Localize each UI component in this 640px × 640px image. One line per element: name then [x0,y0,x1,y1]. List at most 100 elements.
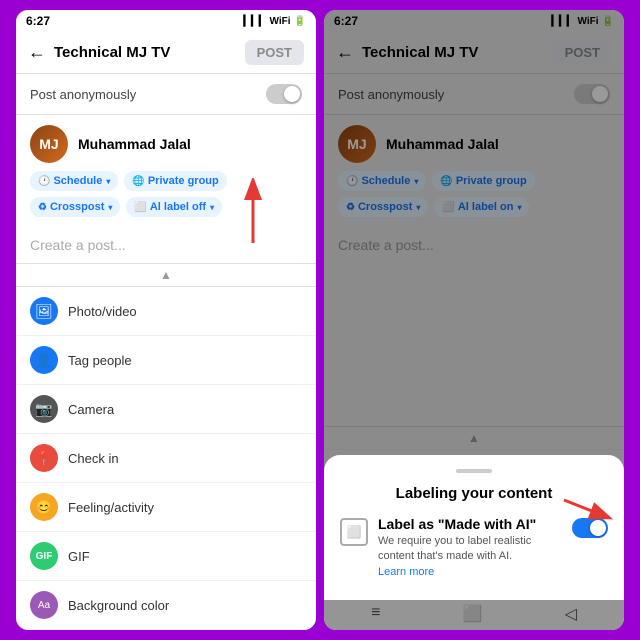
schedule-icon: 🕐 [38,176,50,187]
feeling-item[interactable]: 😊 Feeling/activity [16,483,316,532]
media-options-left: 🖼 Photo/video 👤 Tag people 📷 Camera 📍 Ch… [16,286,316,630]
schedule-label: Schedule [53,175,102,187]
user-name-right: Muhammad Jalal [386,136,499,152]
crosspost-icon: ♻ [38,202,47,213]
anon-toggle-right[interactable] [574,84,610,104]
private-label: Private group [148,175,219,187]
bg-icon: Aa [30,591,58,619]
post-button-right[interactable]: POST [553,40,612,65]
ai-toggle[interactable] [572,518,608,538]
label-content: Label as "Made with AI" We require you t… [378,516,562,580]
photo-video-item[interactable]: 🖼 Photo/video [16,287,316,336]
label-row: ⬜ Label as "Made with AI" We require you… [340,516,608,580]
chevron-icon2: ▾ [108,203,112,212]
checkin-item[interactable]: 📍 Check in [16,434,316,483]
user-section-left: MJ Muhammad Jalal 🕐 Schedule ▾ 🌐 Private… [16,115,316,227]
globe-icon: 🌐 [132,176,144,187]
chevron-icon: ▾ [106,177,110,186]
tag-label: Tag people [68,353,132,368]
schedule-icon-r: 🕐 [346,176,358,187]
time-left: 6:27 [26,14,50,28]
schedule-btn-left[interactable]: 🕐 Schedule ▾ [30,171,118,191]
ai-label-btn-left[interactable]: ⬜ Al label off ▾ [126,197,222,217]
user-name-left: Muhammad Jalal [78,136,191,152]
action-buttons-left: 🕐 Schedule ▾ 🌐 Private group ♻ Crosspost… [30,171,302,217]
anon-label-left: Post anonymously [30,87,136,102]
back-button-left[interactable]: ← [28,42,46,63]
tag-icon: 👤 [30,346,58,374]
back-nav-icon-r[interactable]: ◁ [565,604,577,624]
divider-right: ▲ [324,426,624,449]
header-left: ← Technical MJ TV POST [16,32,316,74]
schedule-label-r: Schedule [361,175,410,187]
ai-label-right: Al label on [458,201,514,213]
ai-icon-left: ⬜ [134,202,146,213]
photo-icon: 🖼 [30,297,58,325]
crosspost-btn-left[interactable]: ♻ Crosspost ▾ [30,197,120,217]
feeling-label: Feeling/activity [68,500,154,515]
home-icon-r[interactable]: ⬜ [463,604,483,624]
anon-row-right: Post anonymously [324,74,624,115]
right-screen: 6:27 ▎▎▎ WiFi 🔋 ← Technical MJ TV POST P… [324,10,624,630]
user-section-right: MJ Muhammad Jalal 🕐 Schedule ▾ 🌐 Private… [324,115,624,227]
camera-label: Camera [68,402,114,417]
learn-more-link[interactable]: Learn more [378,566,434,578]
gif-label: GIF [68,549,90,564]
crosspost-label-r: Crosspost [358,201,412,213]
checkin-label: Check in [68,451,119,466]
modal-title: Labeling your content [340,485,608,502]
private-group-btn-right[interactable]: 🌐 Private group [432,171,534,191]
photo-label: Photo/video [68,304,137,319]
label-title: Label as "Made with AI" [378,516,562,532]
bottom-nav-right: ≡ ⬜ ◁ [324,597,624,630]
action-buttons-right: 🕐 Schedule ▾ 🌐 Private group ♻ Crosspost… [338,171,610,217]
private-label-r: Private group [456,175,527,187]
ai-label-left: Al label off [150,201,206,213]
ai-label-btn-right[interactable]: ⬜ Al label on ▾ [434,197,529,217]
schedule-btn-right[interactable]: 🕐 Schedule ▾ [338,171,426,191]
status-icons-left: ▎▎▎ WiFi 🔋 [243,16,306,27]
avatar-left: MJ [30,125,68,163]
status-icons-right: ▎▎▎ WiFi 🔋 [551,16,614,27]
camera-item[interactable]: 📷 Camera [16,385,316,434]
crosspost-btn-right[interactable]: ♻ Crosspost ▾ [338,197,428,217]
page-title-left: Technical MJ TV [54,44,237,61]
back-button-right[interactable]: ← [336,42,354,63]
feeling-icon: 😊 [30,493,58,521]
chevron-icon-r: ▾ [414,177,418,186]
left-screen: 6:27 ▎▎▎ WiFi 🔋 ← Technical MJ TV POST P… [16,10,316,630]
tag-people-item[interactable]: 👤 Tag people [16,336,316,385]
chevron-icon3: ▾ [210,203,214,212]
checkin-icon: 📍 [30,444,58,472]
anon-row-left: Post anonymously [16,74,316,115]
time-right: 6:27 [334,14,358,28]
page-title-right: Technical MJ TV [362,44,545,61]
anon-toggle-left[interactable] [266,84,302,104]
wifi-icon-r: WiFi [578,16,599,27]
battery-icon: 🔋 [294,16,306,27]
modal-handle [456,469,492,473]
signal-icon-r: ▎▎▎ [551,16,574,27]
hamburger-icon-r[interactable]: ≡ [371,604,380,624]
crosspost-icon-r: ♻ [346,202,355,213]
crosspost-label: Crosspost [50,201,104,213]
wifi-icon: WiFi [270,16,291,27]
battery-icon-r: 🔋 [602,16,614,27]
post-button-left[interactable]: POST [245,40,304,65]
bg-color-item[interactable]: Aa Background color [16,581,316,630]
gif-item[interactable]: GIF GIF [16,532,316,581]
camera-icon: 📷 [30,395,58,423]
chevron-up-icon: ▲ [160,268,172,282]
create-post-right[interactable]: Create a post... [324,227,624,426]
chevron-icon-r2: ▾ [416,203,420,212]
private-group-btn-left[interactable]: 🌐 Private group [124,171,226,191]
divider-left: ▲ [16,263,316,286]
user-row-right: MJ Muhammad Jalal [338,125,610,163]
user-row-left: MJ Muhammad Jalal [30,125,302,163]
bg-label: Background color [68,598,169,613]
signal-icon: ▎▎▎ [243,16,266,27]
ai-label-icon: ⬜ [340,518,368,546]
header-right: ← Technical MJ TV POST [324,32,624,74]
create-post-left[interactable]: Create a post... [16,227,316,263]
chevron-up-icon-r: ▲ [468,431,480,445]
